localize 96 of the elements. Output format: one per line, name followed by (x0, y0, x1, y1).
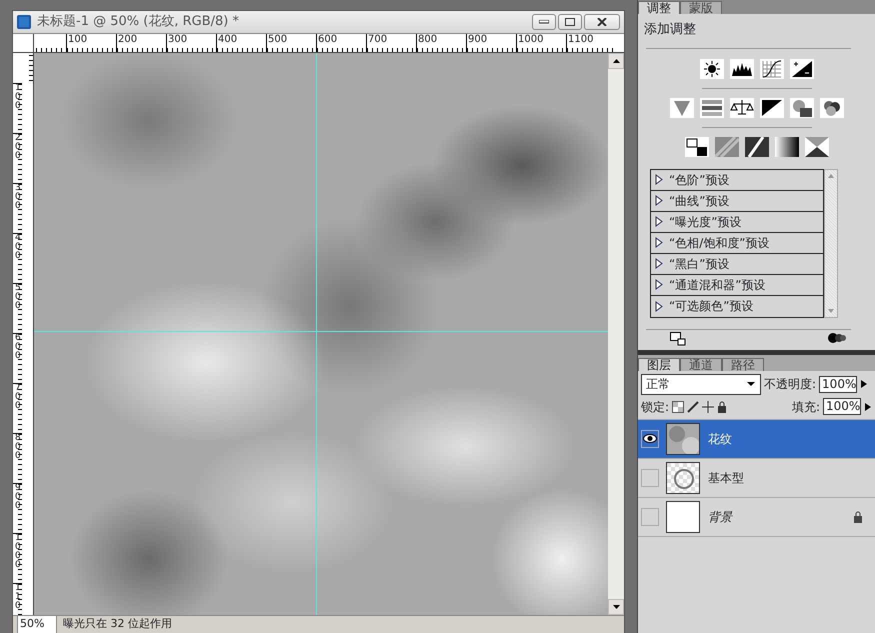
lock-transparency-icon[interactable] (672, 400, 684, 412)
ruler-label: 300 (13, 183, 22, 233)
expand-triangle-icon (655, 258, 663, 269)
layer-row[interactable]: 花纹 (638, 420, 875, 458)
panel-tab[interactable]: 蒙版 (680, 1, 722, 14)
close-icon (597, 18, 607, 26)
ruler-label: 500 (13, 283, 22, 333)
slash-icon[interactable] (744, 136, 768, 156)
expand-view-icon[interactable] (670, 332, 686, 346)
layer-thumbnail (666, 422, 700, 454)
preset-item[interactable]: “通道混和器”预设 (651, 274, 823, 296)
histogram-icon[interactable] (730, 58, 754, 78)
layer-name: 花纹 (708, 430, 733, 448)
expand-triangle-icon (655, 216, 663, 227)
curves-icon[interactable] (760, 58, 784, 78)
panel-tab[interactable]: 调整 (638, 1, 680, 14)
blend-mode-dropdown[interactable]: 正常 (641, 374, 761, 394)
opacity-field[interactable]: 100% (819, 376, 858, 392)
layer-thumbnail (666, 462, 700, 494)
visibility-toggle[interactable] (641, 430, 659, 448)
ruler-label: 100 (66, 34, 116, 52)
panel-tab[interactable]: 通道 (680, 358, 722, 370)
panel-heading: 添加调整 (643, 21, 697, 39)
layer-row[interactable]: 背景 (638, 498, 875, 536)
scrollbar[interactable] (608, 53, 624, 615)
expand-triangle-icon (655, 237, 663, 248)
preset-item[interactable]: “可选颜色”预设 (651, 296, 823, 316)
lock-icon[interactable] (717, 400, 728, 412)
ruler-label: 300 (166, 34, 216, 52)
visibility-toggle[interactable] (641, 468, 659, 486)
up-arrow-icon (612, 59, 620, 63)
preset-item[interactable]: “色阶”预设 (651, 170, 823, 190)
expand-triangle-icon (655, 300, 663, 312)
visibility-toggle[interactable] (641, 508, 659, 526)
eye-icon (643, 434, 657, 443)
exposure-icon[interactable] (790, 58, 814, 78)
fill-label: 填充: (792, 398, 820, 416)
close-button[interactable] (584, 14, 620, 30)
ruler-label: 600 (13, 333, 22, 383)
ruler-label: 1000 (516, 34, 566, 52)
gradient-icon[interactable] (774, 136, 798, 156)
layer-name: 基本型 (708, 470, 745, 486)
preset-item[interactable]: “色相/饱和度”预设 (651, 232, 823, 254)
panel-tab[interactable]: 路径 (722, 358, 764, 370)
brightness-icon[interactable] (700, 58, 724, 78)
scrollbar[interactable] (824, 168, 838, 318)
ruler-label: 700 (13, 383, 22, 433)
minimize-button[interactable] (532, 14, 556, 30)
expand-triangle-icon (655, 279, 663, 290)
ruler-label: 400 (13, 233, 22, 283)
down-arrow-icon (612, 605, 620, 609)
expand-triangle-icon (655, 174, 663, 185)
ruler-label: 600 (316, 34, 366, 52)
preset-item[interactable]: “曝光度”预设 (651, 212, 823, 232)
status-text: 曝光只在 32 位起作用 (63, 616, 172, 632)
preset-item[interactable]: “黑白”预设 (651, 254, 823, 274)
ruler-label: 100 (13, 83, 22, 133)
expand-triangle-icon (655, 195, 663, 206)
maximize-button[interactable] (558, 14, 582, 30)
panel-tab[interactable]: 图层 (638, 358, 680, 370)
layer-thumbnail (666, 500, 700, 532)
ruler-label: 1100 (566, 34, 616, 52)
zoom-field[interactable]: 50% (17, 615, 57, 633)
image-swap-icon[interactable] (684, 136, 708, 156)
opacity-label: 不透明度: (764, 376, 816, 393)
clip-layers-icon[interactable] (827, 332, 847, 344)
app-logo-icon (17, 15, 31, 29)
layer-name: 背景 (708, 508, 734, 526)
play-arrow-icon[interactable] (864, 402, 872, 412)
camera-filter-icon[interactable] (790, 98, 814, 118)
preset-item[interactable]: “曲线”预设 (651, 190, 823, 212)
document-title: 未标题-1 @ 50% (花纹, RGB/8) * (37, 13, 240, 32)
layer-row[interactable]: 基本型 (638, 458, 875, 498)
brush-icon[interactable] (687, 400, 700, 412)
ruler-label: 200 (13, 133, 22, 183)
ruler-label: 800 (13, 433, 22, 483)
ruler-label: 1000 (13, 533, 22, 583)
x-shape-icon[interactable] (804, 136, 828, 156)
play-arrow-icon[interactable] (860, 379, 868, 389)
color-bars-icon[interactable] (700, 98, 724, 118)
fill-field[interactable]: 100% (823, 398, 861, 415)
maximize-icon (565, 18, 575, 26)
scales-icon[interactable] (730, 98, 754, 118)
ruler-label: 200 (116, 34, 166, 52)
overlapping-circles-icon[interactable] (820, 98, 844, 118)
ruler-label: 900 (466, 34, 516, 52)
ruler-label: 400 (216, 34, 266, 52)
move-icon[interactable] (702, 400, 714, 412)
ruler-label: 900 (13, 483, 22, 533)
ruler-label: 500 (266, 34, 316, 52)
lock-label: 锁定: (641, 398, 670, 416)
minimize-icon (539, 20, 549, 24)
diagonal-icon[interactable] (760, 98, 784, 118)
ruler-label: 700 (366, 34, 416, 52)
ruler-label: 800 (416, 34, 466, 52)
dropdown-arrow-icon (746, 379, 756, 389)
